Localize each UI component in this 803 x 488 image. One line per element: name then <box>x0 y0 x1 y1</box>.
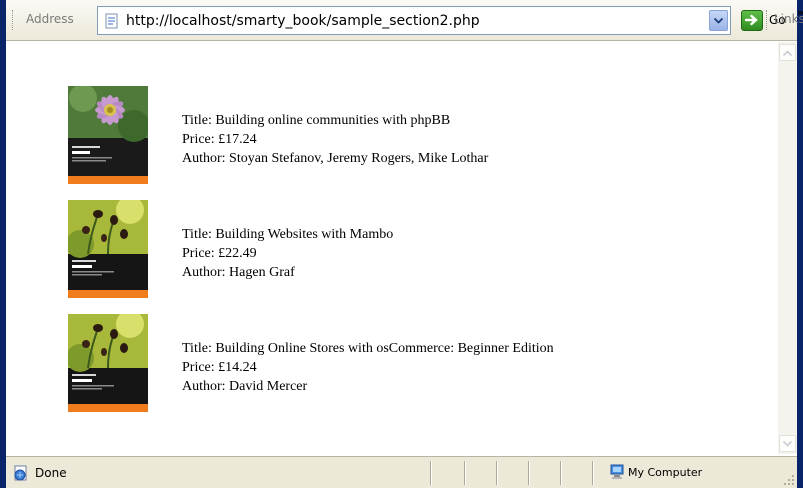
address-url: http://localhost/smarty_book/sample_sect… <box>126 13 480 29</box>
book-item: Title: Building Websites with Mambo Pric… <box>68 200 668 300</box>
book-author: Author: David Mercer <box>182 379 308 394</box>
book-info: Title: Building Websites with Mambo Pric… <box>182 225 393 282</box>
chevron-up-icon <box>783 49 792 56</box>
book-title: Title: Building online communities with … <box>182 113 451 128</box>
book-title: Title: Building Online Stores with osCom… <box>182 341 554 356</box>
status-divider <box>560 461 562 485</box>
address-dropdown-button[interactable] <box>709 10 728 31</box>
book-info: Title: Building Online Stores with osCom… <box>182 339 554 396</box>
book-author: Author: Hagen Graf <box>182 265 295 280</box>
scroll-up-button[interactable] <box>779 44 796 61</box>
book-price: Price: £22.49 <box>182 246 257 261</box>
book-cover-poppies-icon <box>68 314 148 412</box>
status-text: Done <box>35 466 67 480</box>
book-author: Author: Stoyan Stefanov, Jeremy Rogers, … <box>182 151 489 166</box>
chevron-down-icon <box>783 440 792 447</box>
book-title: Title: Building Websites with Mambo <box>182 227 394 242</box>
status-divider <box>464 461 466 485</box>
book-info: Title: Building online communities with … <box>182 111 488 168</box>
links-more-icon[interactable]: » <box>797 6 803 19</box>
browser-window: Address http://localhost/smarty_book/sam… <box>0 0 803 488</box>
page-done-icon <box>14 465 27 481</box>
book-cover-poppies-icon <box>68 200 148 298</box>
status-divider <box>430 461 432 485</box>
vertical-scrollbar[interactable] <box>778 42 797 454</box>
book-price: Price: £17.24 <box>182 132 257 147</box>
book-cover-flower-icon <box>68 86 148 184</box>
resize-grip-icon[interactable] <box>783 474 795 486</box>
security-zone[interactable]: My Computer <box>610 464 702 480</box>
status-divider <box>496 461 498 485</box>
toolbar-grip[interactable] <box>12 10 14 30</box>
scroll-down-button[interactable] <box>779 435 796 452</box>
address-bar: Address http://localhost/smarty_book/sam… <box>6 0 803 41</box>
address-label: Address <box>26 12 74 26</box>
address-input[interactable]: http://localhost/smarty_book/sample_sect… <box>97 6 731 35</box>
status-bar: Done My Computer <box>6 456 797 488</box>
page-icon <box>105 13 118 29</box>
page-content: Title: Building online communities with … <box>6 42 778 454</box>
status-divider <box>592 461 594 485</box>
links-grip[interactable] <box>766 10 768 30</box>
book-item: Title: Building Online Stores with osCom… <box>68 314 668 414</box>
status-divider <box>528 461 530 485</box>
go-arrow-icon <box>741 9 763 31</box>
zone-label: My Computer <box>628 465 703 479</box>
book-item: Title: Building online communities with … <box>68 86 668 186</box>
book-price: Price: £14.24 <box>182 360 257 375</box>
chevron-down-icon <box>714 17 723 24</box>
my-computer-icon <box>610 464 624 479</box>
